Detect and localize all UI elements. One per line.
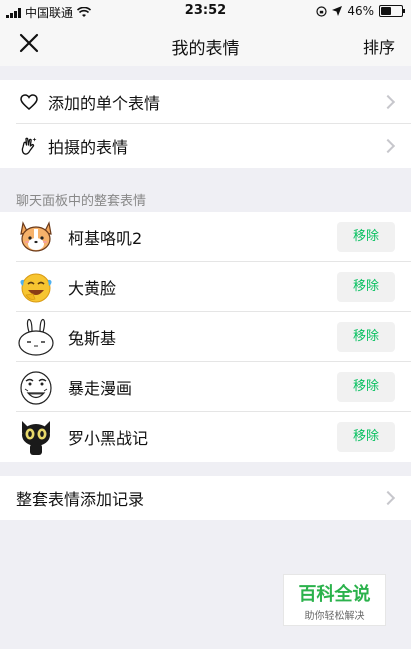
watermark-subtitle: 助你轻松解决 bbox=[304, 611, 365, 622]
corgi-sticker-icon bbox=[20, 221, 52, 252]
remove-button[interactable]: 移除 bbox=[337, 372, 395, 402]
battery-icon bbox=[379, 5, 405, 17]
added-single-stickers-row[interactable]: 添加的单个表情 bbox=[0, 80, 411, 124]
page-title: 我的表情 bbox=[171, 39, 240, 59]
remove-button[interactable]: 移除 bbox=[337, 322, 395, 352]
remove-button[interactable]: 移除 bbox=[337, 222, 395, 252]
battery-percent: 46% bbox=[347, 4, 374, 18]
sticker-packs-list: 柯基咯叽2 移除 大黄脸 移除 兔斯基 移除 暴走漫画 移除 罗小黑战记 移除 bbox=[0, 212, 411, 462]
location-arrow-icon bbox=[332, 6, 343, 16]
history-group: 整套表情添加记录 bbox=[0, 476, 411, 520]
chevron-right-icon bbox=[380, 138, 396, 154]
chevron-right-icon bbox=[380, 94, 396, 110]
row-label: 拍摄的表情 bbox=[48, 138, 129, 157]
pack-name: 大黄脸 bbox=[68, 279, 117, 298]
list-item: 暴走漫画 移除 bbox=[0, 362, 411, 412]
pack-name: 罗小黑战记 bbox=[68, 429, 149, 448]
navigation-bar: 我的表情 排序 bbox=[0, 22, 411, 66]
list-item: 兔斯基 移除 bbox=[0, 312, 411, 362]
section-header: 聊天面板中的整套表情 bbox=[16, 194, 147, 209]
rage-comic-icon bbox=[20, 371, 52, 405]
list-item: 柯基咯叽2 移除 bbox=[0, 212, 411, 262]
black-cat-icon bbox=[22, 421, 50, 455]
pack-name: 暴走漫画 bbox=[68, 379, 133, 398]
row-label: 整套表情添加记录 bbox=[16, 490, 145, 509]
heart-icon bbox=[18, 91, 40, 113]
hand-sparkle-icon bbox=[18, 135, 40, 157]
status-bar: 中国联通 23:52 46% bbox=[0, 0, 411, 22]
status-right: 46% bbox=[316, 4, 405, 18]
list-item: 大黄脸 移除 bbox=[0, 262, 411, 312]
remove-button[interactable]: 移除 bbox=[337, 422, 395, 452]
chevron-right-icon bbox=[380, 490, 396, 506]
single-stickers-group: 添加的单个表情 拍摄的表情 bbox=[0, 80, 411, 168]
pack-name: 兔斯基 bbox=[68, 329, 117, 348]
pack-history-row[interactable]: 整套表情添加记录 bbox=[0, 476, 411, 520]
remove-button[interactable]: 移除 bbox=[337, 272, 395, 302]
captured-stickers-row[interactable]: 拍摄的表情 bbox=[0, 124, 411, 168]
list-item: 罗小黑战记 移除 bbox=[0, 412, 411, 462]
pack-name: 柯基咯叽2 bbox=[68, 229, 143, 248]
lock-rotation-icon bbox=[316, 5, 327, 17]
laughing-emoji-icon bbox=[20, 273, 52, 303]
watermark-logo: 百科全说 助你轻松解决 bbox=[283, 574, 386, 626]
watermark-title: 百科全说 bbox=[298, 584, 371, 605]
tuzki-sticker-icon bbox=[18, 318, 54, 356]
sort-button[interactable]: 排序 bbox=[363, 34, 395, 58]
row-label: 添加的单个表情 bbox=[48, 94, 161, 113]
